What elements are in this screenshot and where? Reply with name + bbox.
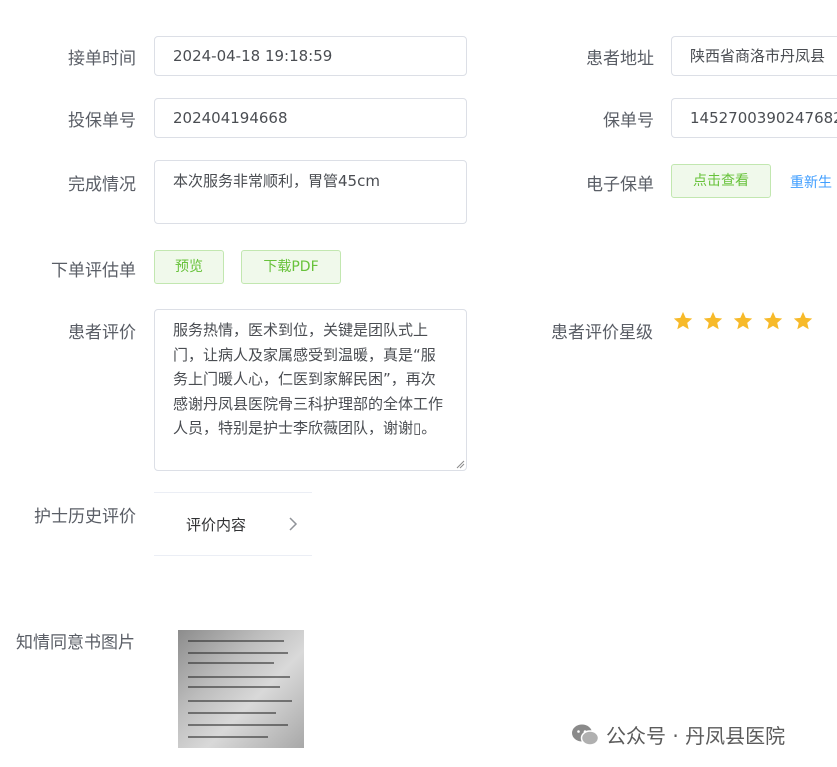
history-item-label: 评价内容 <box>186 516 247 534</box>
resize-grip-icon[interactable] <box>455 459 465 469</box>
e-policy-label: 电子保单 <box>586 175 654 195</box>
order-time-field[interactable]: 2024-04-18 19:18:59 <box>154 36 467 76</box>
nurse-history-label: 护士历史评价 <box>34 507 136 527</box>
rating-label: 患者评价星级 <box>551 323 653 343</box>
policy-no-label: 保单号 <box>603 111 654 131</box>
consent-image-label: 知情同意书图片 <box>16 633 135 653</box>
view-e-policy-button[interactable]: 点击查看 <box>671 164 771 198</box>
watermark: 公众号 · 丹凤县医院 <box>570 720 785 749</box>
order-detail-form: 接单时间 2024-04-18 19:18:59 患者地址 陕西省商洛市丹凤县 … <box>0 0 837 767</box>
patient-address-label: 患者地址 <box>586 49 654 69</box>
assessment-form-label: 下单评估单 <box>51 261 136 281</box>
patient-review-textarea[interactable]: 服务热情，医术到位，关键是团队式上门，让病人及家属感受到温暖，真是“服务上门暖人… <box>154 309 467 471</box>
watermark-text: 公众号 · 丹凤县医院 <box>606 724 786 748</box>
star-icon[interactable] <box>792 310 814 332</box>
preview-button[interactable]: 预览 <box>154 250 224 284</box>
regenerate-e-policy-link[interactable]: 重新生 <box>790 172 832 192</box>
download-pdf-button[interactable]: 下载PDF <box>241 250 341 284</box>
patient-address-field[interactable]: 陕西省商洛市丹凤县 <box>671 36 837 76</box>
policy-no-field[interactable]: 14527003902476826 <box>671 98 837 138</box>
consent-image-thumbnail[interactable] <box>178 630 304 748</box>
order-time-label: 接单时间 <box>68 49 136 69</box>
nurse-history-item[interactable]: 评价内容 <box>154 492 312 556</box>
patient-review-wrapper: 服务热情，医术到位，关键是团队式上门，让病人及家属感受到温暖，真是“服务上门暖人… <box>154 309 467 471</box>
wechat-icon <box>572 724 600 746</box>
star-icon[interactable] <box>702 310 724 332</box>
policy-order-no-label: 投保单号 <box>68 111 136 131</box>
completion-textarea[interactable]: 本次服务非常顺利，胃管45cm <box>154 160 467 224</box>
policy-order-no-field[interactable]: 202404194668 <box>154 98 467 138</box>
patient-review-label: 患者评价 <box>68 323 136 343</box>
star-icon[interactable] <box>732 310 754 332</box>
star-icon[interactable] <box>762 310 784 332</box>
rating-stars[interactable] <box>672 310 814 332</box>
chevron-right-icon <box>289 517 298 531</box>
star-icon[interactable] <box>672 310 694 332</box>
completion-label: 完成情况 <box>68 175 136 195</box>
